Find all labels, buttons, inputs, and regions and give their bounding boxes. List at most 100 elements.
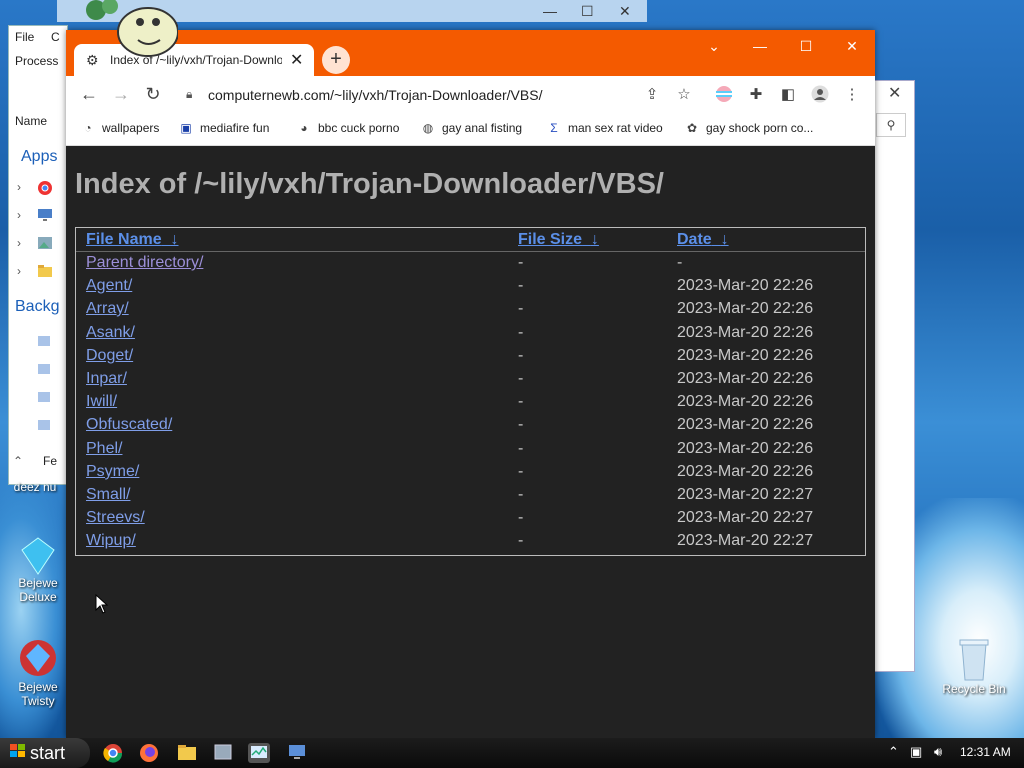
recycle-bin-icon	[959, 639, 989, 681]
maximize-icon[interactable]: ☐	[581, 3, 594, 20]
taskbar-app-icon[interactable]	[212, 743, 234, 763]
file-row-date: 2023-Mar-20 22:27	[677, 509, 814, 526]
file-row-date: 2023-Mar-20 22:27	[677, 486, 814, 503]
file-row-date: 2023-Mar-20 22:26	[677, 277, 814, 294]
column-header-file-size[interactable]: File Size ↓	[518, 231, 599, 249]
file-row-name-link[interactable]: Asank/	[86, 324, 135, 342]
menu-c[interactable]: C	[51, 30, 60, 44]
parent-directory-link[interactable]: Parent directory/	[86, 254, 203, 272]
share-icon[interactable]: ⇪	[642, 85, 662, 103]
desktop-icon-deez-nuts[interactable]: deez nu	[10, 480, 60, 494]
file-row-size: -	[518, 324, 524, 341]
lock-icon[interactable]: 🔒︎	[186, 87, 192, 102]
bookmark-4[interactable]: ◍ gay anal fisting	[420, 121, 522, 135]
close-icon[interactable]: ✕	[619, 3, 631, 20]
maximize-icon[interactable]: ☐	[794, 38, 818, 55]
desktop-icon-label: deez nu	[13, 480, 57, 494]
tab-process[interactable]: Process	[15, 54, 58, 68]
chevron-right-icon[interactable]: ›	[17, 208, 21, 222]
tab-strip: ⚙ Index of /~lily/vxh/Trojan-Downloader/…	[66, 30, 875, 76]
profile-avatar-icon[interactable]	[810, 85, 830, 107]
bookmark-6[interactable]: ✿ gay shock porn co...	[684, 121, 813, 135]
minimize-icon[interactable]: —	[543, 3, 557, 19]
close-icon[interactable]: ✕	[840, 38, 864, 55]
side-panel-icon[interactable]: ◧	[778, 85, 798, 103]
file-row-name-link[interactable]: Wipup/	[86, 532, 136, 550]
file-row-name-link[interactable]: Agent/	[86, 277, 132, 295]
trans-flag-extension-icon[interactable]	[714, 85, 734, 107]
browser-window: ⚙ Index of /~lily/vxh/Trojan-Downloader/…	[66, 30, 875, 738]
bookmark-5[interactable]: Σman sex rat video	[546, 121, 662, 135]
bookmarks-bar: ◔ wallpapers ▣ mediafire fun ◕ bbc cuck por…	[66, 114, 875, 146]
desktop-icon-label: Bejewe Deluxe	[18, 576, 58, 604]
globe-icon: ◕	[300, 121, 308, 135]
column-name[interactable]: Name	[15, 114, 47, 128]
file-row-size: -	[518, 440, 524, 457]
tab-close-icon[interactable]: ✕	[290, 50, 303, 70]
file-row-name-link[interactable]: Psyme/	[86, 463, 139, 481]
chrome-icon	[37, 180, 53, 195]
menu-file[interactable]: File	[15, 30, 34, 44]
folder-icon	[37, 264, 53, 278]
file-row-name-link[interactable]: Array/	[86, 300, 129, 318]
back-arrow-icon[interactable]: ←	[78, 84, 100, 105]
file-row-name-link[interactable]: Streevs/	[86, 509, 145, 527]
network-icon[interactable]: ▣	[910, 744, 922, 760]
file-row-date: 2023-Mar-20 22:26	[677, 370, 814, 387]
taskbar-remote-icon[interactable]	[286, 743, 308, 763]
background-window-right: ✕ ⚲	[873, 80, 915, 672]
sort-arrow-icon: ↓	[170, 231, 179, 248]
file-row-date: 2023-Mar-20 22:26	[677, 393, 814, 410]
start-label: start	[30, 743, 66, 763]
file-row-size: -	[518, 347, 524, 364]
column-header-file-name[interactable]: File Name ↓	[86, 231, 178, 249]
bookmark-wallpapers[interactable]: ◔ wallpapers	[80, 121, 159, 135]
desktop-icon-bejeweled-deluxe[interactable]: Bejewe Deluxe	[10, 536, 66, 604]
puzzle-extensions-icon[interactable]: ✚	[746, 85, 766, 103]
chevron-up-icon[interactable]: ⌃	[13, 454, 23, 468]
taskbar-task-manager-icon[interactable]	[248, 743, 270, 763]
close-icon[interactable]: ✕	[888, 83, 901, 103]
sigma-icon: Σ	[550, 121, 558, 135]
taskbar-firefox-icon[interactable]	[138, 743, 160, 763]
chevron-right-icon[interactable]: ›	[17, 236, 21, 250]
file-row-name-link[interactable]: Obfuscated/	[86, 416, 172, 434]
chevron-right-icon[interactable]: ›	[17, 264, 21, 278]
kebab-menu-icon[interactable]: ⋮	[842, 85, 862, 103]
file-row-size: -	[518, 463, 524, 480]
bookmark-bbc[interactable]: ◕ bbc cuck porno	[296, 121, 399, 135]
search-icon[interactable]: ⚲	[876, 113, 906, 137]
background-explorer-window: File C Process Name Apps › › › › Backg ⌃…	[8, 25, 68, 485]
file-row-name-link[interactable]: Phel/	[86, 440, 122, 458]
desktop-icon-label: Recycle Bin	[942, 682, 1006, 696]
file-row-name-link[interactable]: Iwill/	[86, 393, 117, 411]
page-title: Index of /~lily/vxh/Trojan-Downloader/VB…	[75, 168, 664, 200]
minimize-icon[interactable]: —	[748, 38, 772, 54]
taskbar-explorer-icon[interactable]	[176, 743, 198, 763]
mouse-cursor-icon	[95, 594, 109, 614]
process-icon	[37, 362, 53, 376]
forward-arrow-icon[interactable]: →	[110, 84, 132, 105]
new-tab-button[interactable]: +	[322, 46, 350, 74]
clock[interactable]: 12:31 AM	[960, 745, 1011, 759]
desktop-icon-recycle-bin[interactable]: Recycle Bin	[938, 636, 1010, 696]
bookmark-star-icon[interactable]: ☆	[674, 85, 694, 103]
file-row-date: 2023-Mar-20 22:26	[677, 347, 814, 364]
file-row-date: -	[677, 254, 683, 271]
file-row-name-link[interactable]: Small/	[86, 486, 130, 504]
taskbar-chrome-icon[interactable]	[102, 743, 124, 763]
file-row-name-link[interactable]: Inpar/	[86, 370, 127, 388]
reload-icon[interactable]: ↻	[142, 84, 164, 105]
bookmark-mediafire-fun[interactable]: ▣ mediafire fun	[178, 121, 269, 135]
tray-chevron-up-icon[interactable]: ⌃	[888, 744, 899, 760]
start-button[interactable]: start	[0, 738, 90, 768]
address-bar[interactable]: computernewb.com/~lily/vxh/Trojan-Downlo…	[208, 87, 542, 103]
fewer-details[interactable]: Fe	[43, 454, 57, 468]
desktop-icon-bejeweled-twist[interactable]: Bejewe Twisty	[10, 636, 66, 708]
volume-icon[interactable]: 🔊︎	[934, 744, 942, 760]
section-background: Backg	[15, 298, 60, 315]
tab-search-chevron-icon[interactable]: ⌄	[702, 38, 726, 55]
file-row-name-link[interactable]: Doget/	[86, 347, 133, 365]
chevron-right-icon[interactable]: ›	[17, 180, 21, 194]
column-header-date[interactable]: Date ↓	[677, 231, 729, 249]
